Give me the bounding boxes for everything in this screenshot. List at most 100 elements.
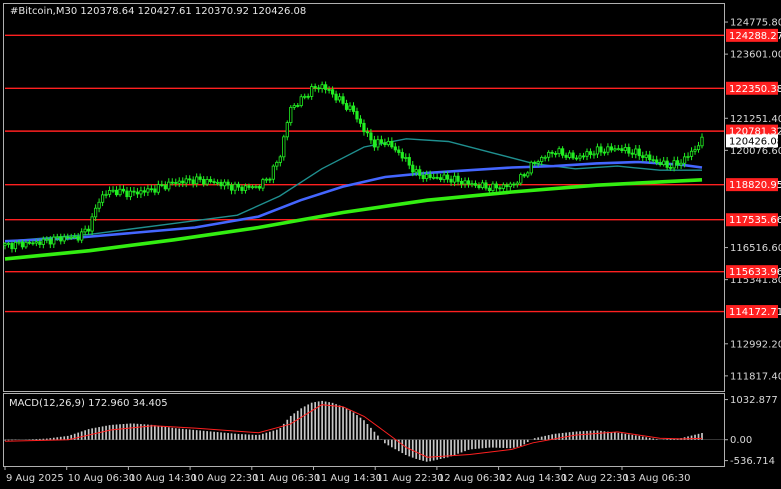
candle-body [567,152,572,158]
candle-body [285,122,289,138]
candle-body [662,160,666,166]
candle-body [498,187,502,190]
candle-body [195,176,199,185]
candle-body [17,241,21,244]
candle-body [630,152,634,155]
candle-body [125,190,129,198]
macd-axis-label: 0.00 [730,435,752,446]
candle-body [491,183,495,192]
candle-body [407,157,411,166]
candle-body [425,174,429,180]
candle-body [581,155,586,158]
candle-body [439,177,443,181]
candle-body [432,176,436,179]
ma-blue-line [4,160,703,243]
candle-body [595,146,600,155]
candle-body [480,182,485,188]
candle-body [90,216,94,232]
candle-body [34,241,38,244]
candle-body [320,84,324,89]
candle-body [327,89,331,91]
candle-body [184,178,188,184]
candle-body [306,95,310,98]
candle-body [414,169,418,173]
candle-body [52,236,56,245]
candle-body [317,87,321,90]
time-axis-label: 13 Aug 06:30 [623,473,690,484]
chart-canvas[interactable]: #Bitcoin,M30 120378.64 120427.61 120370.… [0,0,781,489]
candle-body [682,156,687,164]
candle-body [669,167,673,169]
candle-body [379,139,383,144]
candle-body [529,161,533,174]
candle-body [209,179,213,182]
price-axis-label: 121251.40 [730,114,781,125]
candle-body [111,189,115,192]
candle-body [135,191,140,195]
trading-chart[interactable]: #Bitcoin,M30 120378.64 120427.61 120370.… [0,0,781,489]
candle-body [369,132,373,141]
candle-body [648,154,652,161]
candle-body [10,242,14,250]
candle-body [177,180,181,184]
candle-body [620,148,624,151]
candle-body [540,156,544,162]
time-axis-label: 12 Aug 22:30 [561,473,628,484]
candle-body [48,238,52,245]
candle-body [299,96,303,106]
candle-body [400,152,404,159]
candle-body [599,146,603,153]
candle-body [104,193,108,196]
candle-body [477,184,481,188]
macd-axis-label: -536.714 [730,456,775,467]
candle-body [404,157,408,159]
candle-body [519,174,523,184]
candle-body [445,174,450,180]
candle-body [233,183,237,191]
candle-body [418,169,422,176]
candle-body [149,188,153,191]
candle-body [139,190,143,195]
candle-body [592,153,596,156]
price-tags: 124288.27122350.38120781.32118820.951175… [726,28,781,319]
candle-body [114,189,119,196]
candle-body [522,174,526,177]
candle-body [456,175,460,182]
candle-body [275,161,279,167]
candle-body [13,241,18,250]
candle-body [27,241,31,244]
price-axis-label: 123601.00 [730,50,781,61]
candle-body [337,96,342,101]
candle-body [153,188,157,193]
candle-body [118,188,122,196]
price-axis-label: 120076.60 [730,146,781,157]
candle-body [264,178,268,181]
candle-body [679,162,683,166]
candle-body [254,186,258,188]
candle-body [247,185,251,188]
candle-body [689,150,694,157]
candle-body [561,148,565,156]
candle-body [585,151,589,157]
candle-body [442,174,446,181]
candle-body [658,162,662,166]
candle-body [644,154,648,158]
candle-body [324,84,328,90]
candle-body [693,149,697,152]
macd-indicator [4,400,724,462]
time-axis-label: 10 Aug 06:30 [68,473,135,484]
time-axis-label: 12 Aug 14:30 [500,473,567,484]
candle-body [236,183,241,188]
candle-body [160,184,164,187]
candle-body [651,159,655,162]
candle-body [142,190,146,193]
candle-body [505,184,509,188]
candle-body [637,148,641,157]
candle-body [623,147,627,151]
time-axis-label: 11 Aug 22:30 [376,473,443,484]
candle-body [348,105,352,110]
time-axis-label: 11 Aug 06:30 [253,473,320,484]
level-price-label: 117535.66 [729,215,781,226]
candle-body [571,152,575,159]
candle-body [501,184,505,189]
